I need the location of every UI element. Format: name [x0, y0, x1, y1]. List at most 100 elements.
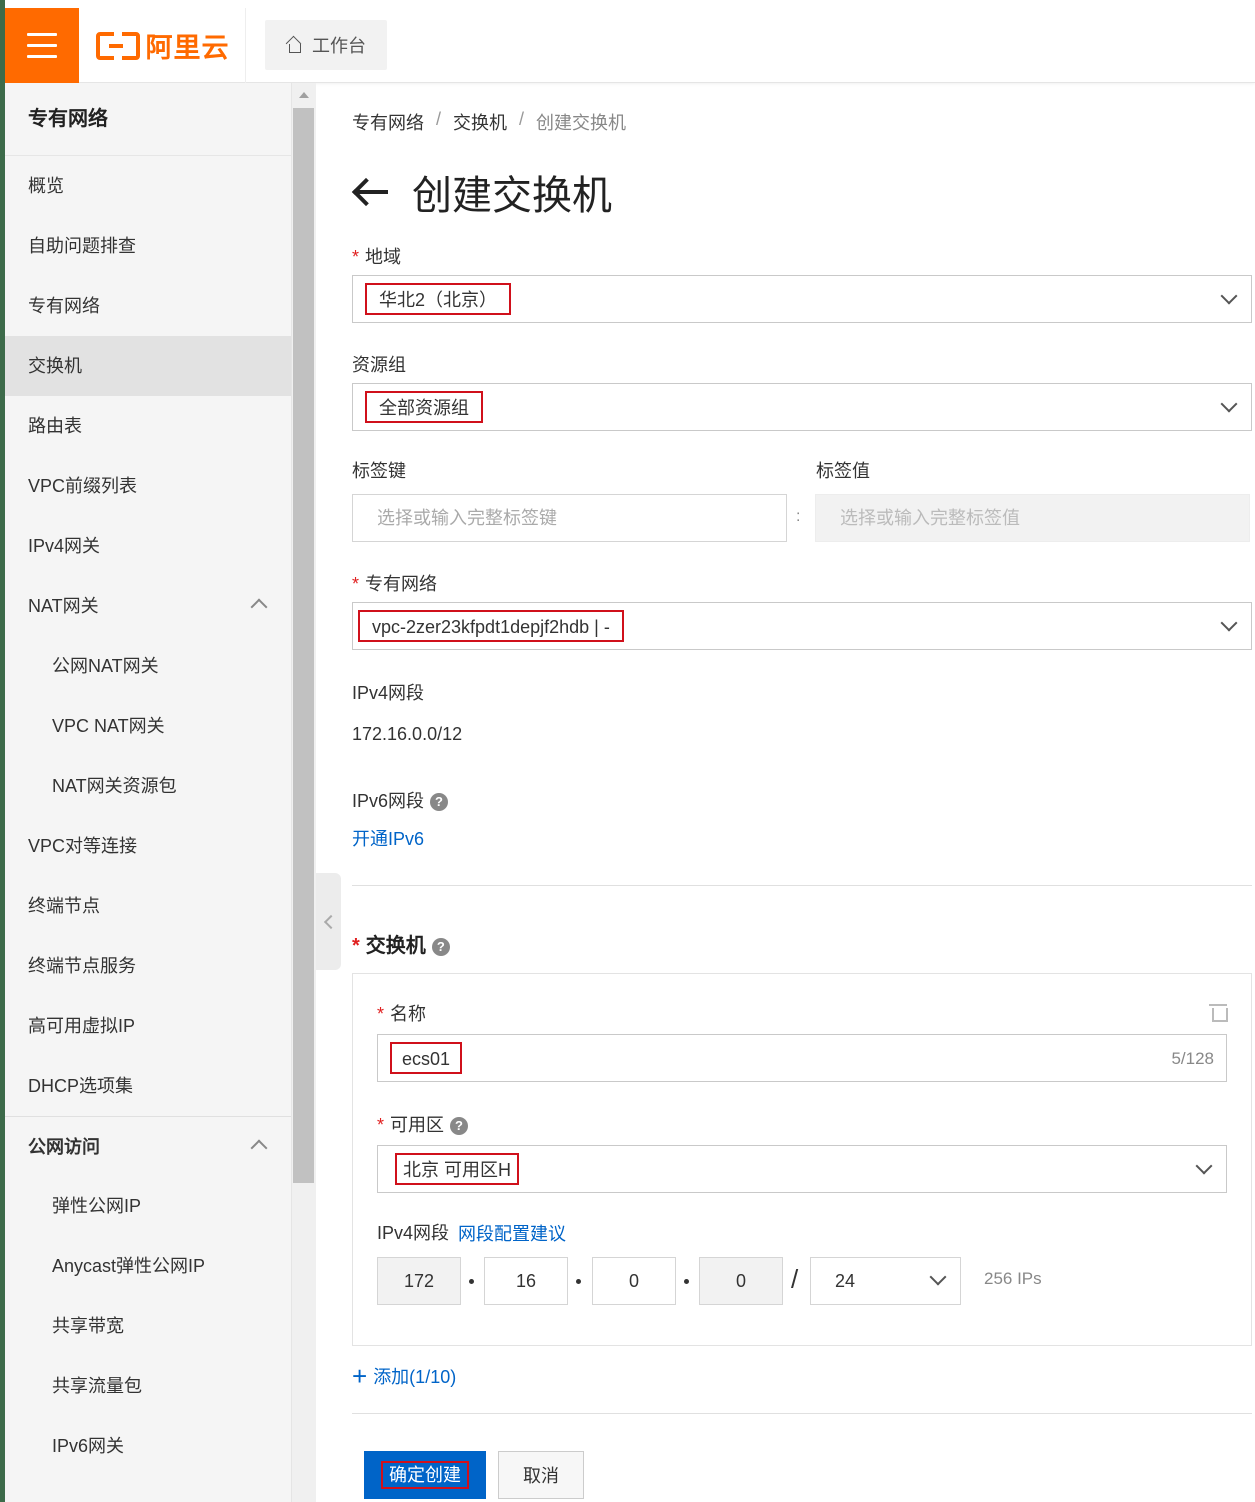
sidebar-item-overview[interactable]: 概览 [5, 156, 291, 216]
breadcrumb: 专有网络 / 交换机 / 创建交换机 [352, 109, 626, 135]
sidebar-scrollbar[interactable] [292, 83, 316, 1502]
help-icon[interactable]: ? [431, 937, 450, 956]
sidebar-item-route-table[interactable]: 路由表 [5, 396, 291, 456]
vpc-select[interactable]: vpc-2zer23kfpdt1depjf2hdb | - [352, 602, 1252, 650]
divider [352, 1413, 1252, 1414]
home-icon [286, 38, 302, 53]
add-vswitch-button[interactable]: + 添加(1/10) [352, 1363, 456, 1389]
workbench-button[interactable]: 工作台 [265, 20, 387, 70]
tag-separator: : [796, 508, 801, 525]
chevron-down-icon [929, 1268, 947, 1286]
tag-value-input[interactable]: 选择或输入完整标签值 [815, 494, 1250, 542]
ip-octet-1: 172 [377, 1257, 461, 1305]
back-arrow-icon[interactable] [352, 178, 390, 206]
chevron-down-icon [1220, 287, 1238, 305]
sidebar-item-nat-package[interactable]: NAT网关资源包 [5, 756, 291, 816]
divider [352, 885, 1252, 886]
vswitch-ipv4-label: IPv4网段 [377, 1223, 450, 1243]
confirm-label: 确定创建 [381, 1461, 469, 1489]
aliyun-logo-icon [95, 29, 140, 62]
aliyun-logo[interactable]: 阿里云 [80, 8, 246, 83]
required-mark: * [377, 1004, 385, 1024]
sidebar-item-data-transfer-plan[interactable]: 共享流量包 [5, 1356, 291, 1416]
sidebar: 专有网络 概览 自助问题排查 专有网络 交换机 路由表 VPC前缀列表 IPv4… [5, 83, 292, 1502]
cidr-advice-link[interactable]: 网段配置建议 [458, 1220, 566, 1246]
tag-key-input[interactable]: 选择或输入完整标签键 [352, 494, 787, 542]
region-value: 华北2（北京） [365, 283, 512, 315]
breadcrumb-vpc[interactable]: 专有网络 [352, 109, 424, 135]
chevron-up-icon [250, 598, 268, 616]
required-mark: * [352, 574, 360, 594]
ip-octet-2[interactable]: 16 [484, 1257, 568, 1305]
tag-value-label: 标签值 [816, 461, 870, 481]
sidebar-item-public-nat[interactable]: 公网NAT网关 [5, 636, 291, 696]
scrollbar-thumb[interactable] [293, 108, 314, 1183]
vswitch-name-input[interactable]: ecs01 5/128 [377, 1034, 1227, 1082]
sidebar-item-nat-gateway[interactable]: NAT网关 [5, 576, 291, 636]
add-vswitch-label: 添加(1/10) [373, 1367, 457, 1387]
vswitch-name-value: ecs01 [390, 1042, 463, 1074]
sidebar-collapse-button[interactable] [316, 873, 341, 970]
sidebar-item-eip[interactable]: 弹性公网IP [5, 1176, 291, 1236]
chevron-down-icon [1195, 1157, 1213, 1175]
sidebar-item-vswitch[interactable]: 交换机 [5, 336, 291, 396]
region-label: * 地域 [352, 247, 402, 267]
trash-icon[interactable] [1209, 1004, 1228, 1022]
sidebar-item-havip[interactable]: 高可用虚拟IP [5, 996, 291, 1056]
resource-group-value: 全部资源组 [365, 391, 483, 423]
sidebar-item-vpc-nat[interactable]: VPC NAT网关 [5, 696, 291, 756]
chevron-down-icon [1220, 614, 1238, 632]
help-icon[interactable]: ? [430, 793, 449, 812]
mask-select[interactable]: 24 [810, 1257, 961, 1305]
sidebar-item-label: NAT网关 [28, 596, 99, 616]
sidebar-item-endpoint-service[interactable]: 终端节点服务 [5, 936, 291, 996]
hamburger-menu-icon[interactable] [5, 8, 79, 83]
ip-dot [576, 1279, 581, 1284]
sidebar-item-dhcp[interactable]: DHCP选项集 [5, 1056, 291, 1116]
help-icon[interactable]: ? [450, 1117, 469, 1136]
sidebar-group-internet-access[interactable]: 公网访问 [5, 1116, 291, 1176]
sidebar-item-ipv4-gateway[interactable]: IPv4网关 [5, 516, 291, 576]
workbench-label: 工作台 [312, 36, 366, 56]
ipv4-cidr-label: IPv4网段 [352, 683, 425, 703]
page-header: 创建交换机 [352, 163, 612, 221]
vswitch-name-label: * 名称 [377, 1004, 427, 1024]
sidebar-item-ipv6-gateway[interactable]: IPv6网关 [5, 1416, 291, 1476]
sidebar-group-label: 公网访问 [28, 1137, 100, 1157]
breadcrumb-vswitch[interactable]: 交换机 [453, 109, 507, 135]
zone-value: 北京 可用区H [395, 1153, 519, 1185]
breadcrumb-separator: / [436, 109, 442, 129]
sidebar-item-shared-bandwidth[interactable]: 共享带宽 [5, 1296, 291, 1356]
sidebar-item-vpc[interactable]: 专有网络 [5, 276, 291, 336]
region-select[interactable]: 华北2（北京） [352, 275, 1252, 323]
sidebar-title: 专有网络 [5, 83, 291, 156]
sidebar-item-vpc-peering[interactable]: VPC对等连接 [5, 816, 291, 876]
page-title: 创建交换机 [412, 174, 612, 218]
zone-select[interactable]: 北京 可用区H [377, 1145, 1227, 1193]
chevron-up-icon [250, 1139, 268, 1157]
sidebar-item-prefix-list[interactable]: VPC前缀列表 [5, 456, 291, 516]
ipv6-cidr-label: IPv6网段? [352, 787, 449, 813]
char-counter: 5/128 [1171, 1049, 1214, 1068]
chevron-left-icon [323, 914, 338, 929]
sidebar-item-anycast-eip[interactable]: Anycast弹性公网IP [5, 1236, 291, 1296]
ip-count: 256 IPs [984, 1269, 1042, 1288]
cancel-button[interactable]: 取消 [498, 1451, 584, 1499]
sidebar-item-troubleshoot[interactable]: 自助问题排查 [5, 216, 291, 276]
plus-icon: + [352, 1361, 368, 1391]
ip-octet-4: 0 [699, 1257, 783, 1305]
sidebar-item-endpoint[interactable]: 终端节点 [5, 876, 291, 936]
ip-dot [469, 1279, 474, 1284]
ip-octet-3[interactable]: 0 [592, 1257, 676, 1305]
logo-text: 阿里云 [145, 33, 230, 63]
zone-label: * 可用区? [377, 1111, 469, 1137]
confirm-create-button[interactable]: 确定创建 [364, 1451, 486, 1499]
resource-group-select[interactable]: 全部资源组 [352, 383, 1252, 431]
vswitch-section-title: * 交换机? [352, 929, 450, 958]
scroll-up-arrow-icon[interactable] [299, 92, 309, 98]
vswitch-card: * 名称 ecs01 5/128 * 可用区? 北京 可用区H IPv4网段 网段配… [352, 973, 1252, 1346]
vpc-label: * 专有网络 [352, 574, 438, 594]
ip-dot [684, 1279, 689, 1284]
enable-ipv6-link[interactable]: 开通IPv6 [352, 825, 424, 851]
breadcrumb-separator: / [519, 109, 525, 129]
